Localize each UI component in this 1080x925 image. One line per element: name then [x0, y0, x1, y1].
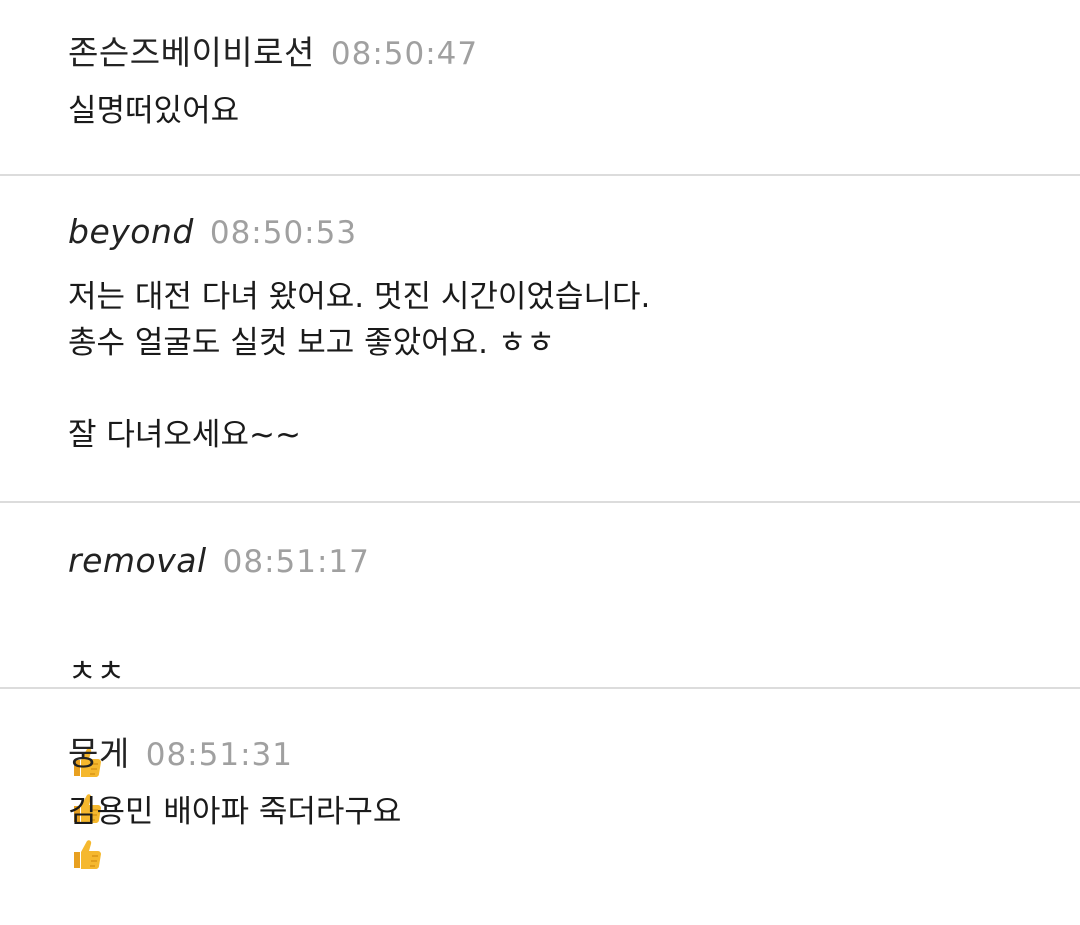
- comment-meta: removal 08:51:17: [68, 541, 1080, 585]
- comment-meta: 존슨즈베이비로션 08:50:47: [68, 26, 1080, 72]
- comment-author[interactable]: 존슨즈베이비로션: [68, 26, 315, 74]
- comment-timestamp: 08:51:31: [145, 737, 293, 773]
- comment-timestamp: 08:50:47: [330, 36, 479, 72]
- comment-text: 김용민 배아파 죽더라구요: [68, 794, 402, 830]
- comment-text: 실명떠있어요: [68, 93, 240, 129]
- comment-text: 저는 대전 다녀 왔어요. 멋진 시간이었습니다. 총수 얼굴도 실컷 보고 좋…: [68, 279, 651, 453]
- comment-meta: beyond 08:50:53: [68, 212, 1080, 256]
- comment-timestamp: 08:51:17: [222, 544, 370, 580]
- comment-timestamp: 08:50:53: [209, 215, 358, 251]
- comment-text: ㅊㅊ: [68, 654, 126, 690]
- comment-author[interactable]: removal: [68, 541, 207, 580]
- comment-author[interactable]: 뭉게: [68, 727, 130, 775]
- comment-feed: 존슨즈베이비로션 08:50:47 실명떠있어요 beyond 08:50:53…: [0, 0, 1080, 869]
- comment-meta: 뭉게 08:51:31: [68, 727, 1080, 773]
- comment-item: removal 08:51:17 ㅊㅊ: [0, 503, 1080, 869]
- thumbs-up-icon: [74, 840, 101, 869]
- comment-item: 뭉게 08:51:31 김용민 배아파 죽더라구요: [0, 689, 1080, 866]
- comment-author[interactable]: beyond: [68, 212, 194, 251]
- comment-item: beyond 08:50:53 저는 대전 다녀 왔어요. 멋진 시간이었습니다…: [0, 176, 1080, 503]
- comment-item: 존슨즈베이비로션 08:50:47 실명떠있어요: [0, 0, 1080, 176]
